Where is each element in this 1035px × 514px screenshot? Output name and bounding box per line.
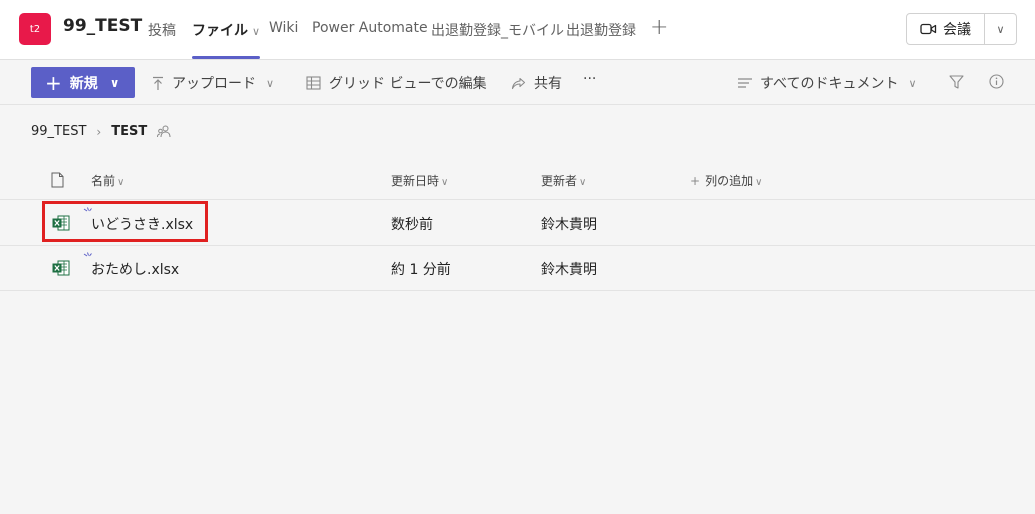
chevron-down-icon: ∨ xyxy=(441,177,449,188)
highlight-box xyxy=(42,201,208,242)
new-button[interactable]: + 新規 ∨ xyxy=(31,67,135,98)
chevron-down-icon: ∨ xyxy=(266,76,275,90)
file-row[interactable]: おためし.xlsx 約 1 分前 鈴木貴明 xyxy=(0,246,1035,291)
breadcrumb-parent[interactable]: 99_TEST xyxy=(31,124,86,139)
breadcrumb-current: TEST xyxy=(111,124,148,139)
info-button[interactable] xyxy=(989,74,1004,89)
file-modified-by[interactable]: 鈴木貴明 xyxy=(541,259,597,279)
column-header-modified-by[interactable]: 更新者 ∨ xyxy=(541,172,586,189)
meet-button[interactable]: 会議 xyxy=(907,14,985,44)
plus-icon: + xyxy=(690,174,701,188)
filter-button[interactable] xyxy=(949,75,964,89)
command-bar: + 新規 ∨ アップロード ∨ グリッド ビューでの編集 共有 ··· すべての… xyxy=(0,60,1035,105)
filter-icon xyxy=(949,75,964,89)
meet-dropdown-button[interactable]: ∨ xyxy=(985,14,1016,44)
list-lines-icon xyxy=(738,78,752,88)
chevron-down-icon: ∨ xyxy=(908,76,917,90)
chevron-down-icon: ∨ xyxy=(996,22,1005,36)
chevron-right-icon: › xyxy=(96,124,102,139)
file-modified: 数秒前 xyxy=(391,217,433,233)
share-button[interactable]: 共有 xyxy=(511,73,562,93)
more-icon: ··· xyxy=(583,71,597,87)
meet-button-group: 会議 ∨ xyxy=(906,13,1017,45)
view-selector[interactable]: すべてのドキュメント ∨ xyxy=(738,73,917,93)
tab-files[interactable]: ファイル ∨ xyxy=(192,20,261,60)
chevron-down-icon[interactable]: ∨ xyxy=(252,25,260,38)
plus-icon: + xyxy=(45,70,62,95)
column-header-name[interactable]: 名前 ∨ xyxy=(91,172,124,189)
teams-header: t2 99_TEST 投稿 ファイル ∨ Wiki Power Automate … xyxy=(0,0,1035,60)
file-modified: 約 1 分前 xyxy=(391,262,451,278)
upload-button[interactable]: アップロード ∨ xyxy=(152,73,274,93)
grid-icon xyxy=(306,76,321,90)
add-column-button[interactable]: + 列の追加 ∨ xyxy=(690,172,762,189)
document-type-icon[interactable] xyxy=(51,172,64,188)
chevron-down-icon: ∨ xyxy=(109,75,120,90)
add-tab-button[interactable]: + xyxy=(650,15,668,40)
file-name-link[interactable]: おためし.xlsx xyxy=(91,259,179,279)
file-modified-by[interactable]: 鈴木貴明 xyxy=(541,214,597,234)
column-header-modified[interactable]: 更新日時 ∨ xyxy=(391,172,448,189)
share-icon xyxy=(511,77,526,89)
grid-view-edit-button[interactable]: グリッド ビューでの編集 xyxy=(306,73,487,93)
team-avatar[interactable]: t2 xyxy=(19,13,51,45)
tab-attendance[interactable]: 出退勤登録 xyxy=(566,20,636,60)
chevron-down-icon: ∨ xyxy=(117,177,125,188)
excel-file-icon xyxy=(52,260,70,276)
team-name: 99_TEST xyxy=(63,16,143,36)
chevron-down-icon: ∨ xyxy=(755,177,763,188)
file-list-header: 名前 ∨ 更新日時 ∨ 更新者 ∨ + 列の追加 ∨ xyxy=(0,160,1035,200)
upload-arrow-icon xyxy=(153,76,163,90)
video-camera-icon xyxy=(920,23,937,35)
more-options-button[interactable]: ··· xyxy=(583,71,596,87)
info-icon xyxy=(989,74,1004,89)
tab-attendance-mobile[interactable]: 出退勤登録_モバイル xyxy=(431,20,564,60)
breadcrumb: 99_TEST › TEST xyxy=(31,124,171,139)
tab-posts[interactable]: 投稿 xyxy=(148,20,176,60)
plus-icon: + xyxy=(650,15,669,40)
people-icon[interactable] xyxy=(157,125,171,138)
chevron-down-icon: ∨ xyxy=(579,177,587,188)
tab-wiki[interactable]: Wiki xyxy=(269,20,298,60)
tab-power-automate[interactable]: Power Automate xyxy=(312,20,428,60)
